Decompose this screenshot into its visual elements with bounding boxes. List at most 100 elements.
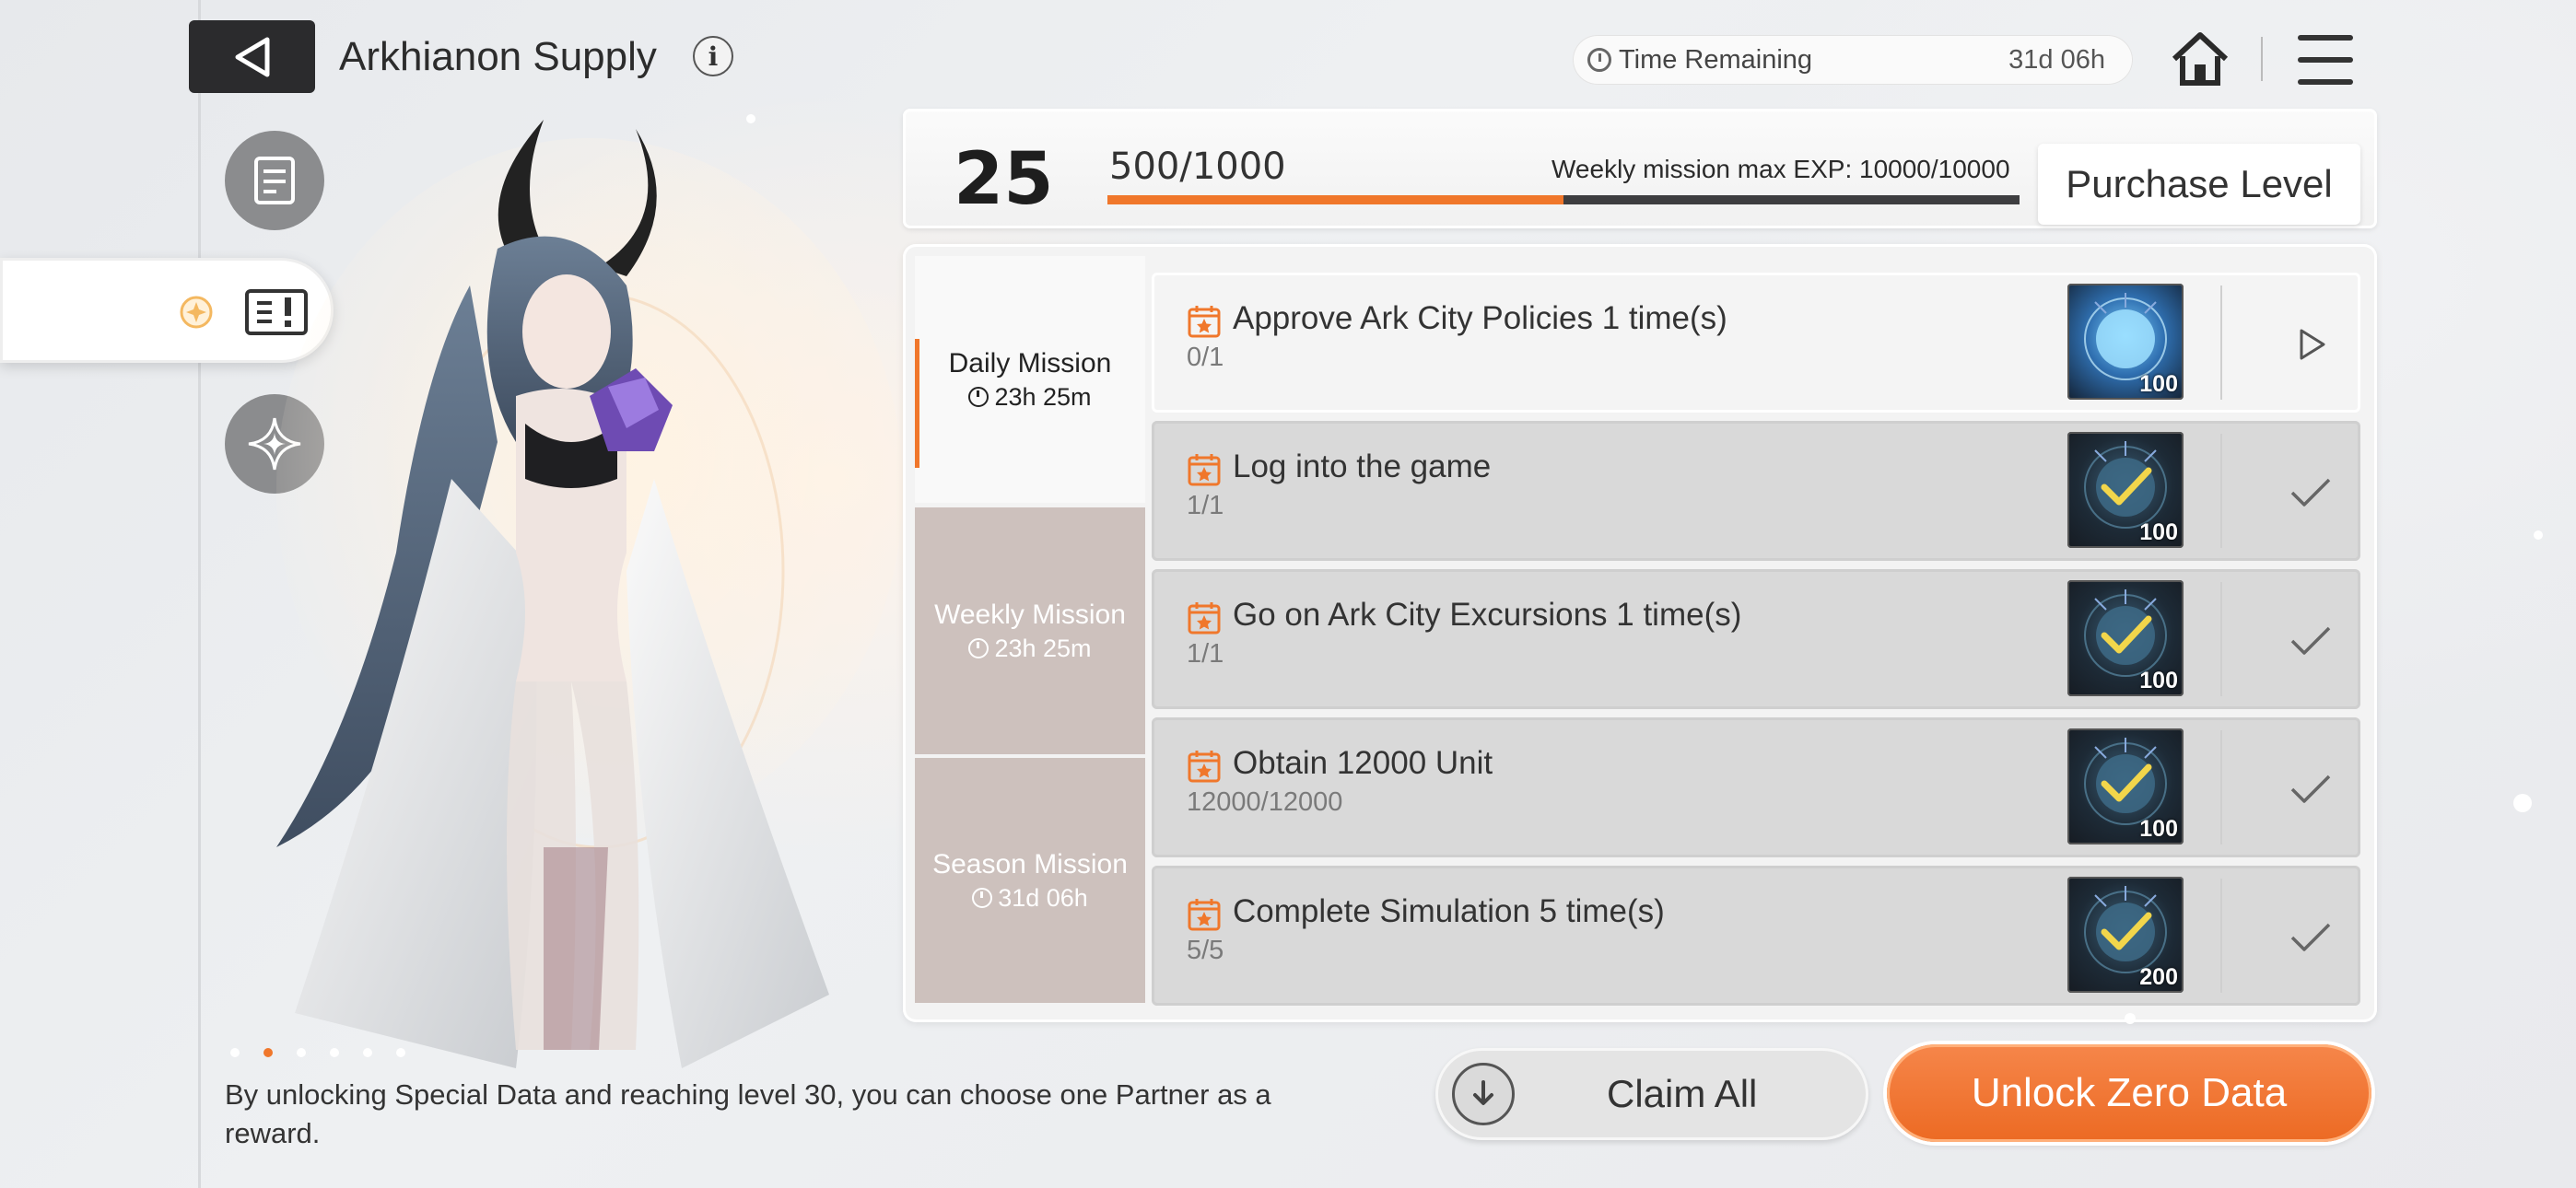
menu-icon-line xyxy=(2298,57,2353,63)
carousel-dot[interactable] xyxy=(363,1048,372,1057)
reward-item[interactable]: 100 xyxy=(2067,284,2184,400)
tab-time: 23h 25m xyxy=(994,382,1092,411)
clock-icon xyxy=(968,638,989,658)
mission-name: Approve Ark City Policies 1 time(s) xyxy=(1233,300,1727,336)
tab-label: Daily Mission xyxy=(948,347,1112,379)
mission-progress: 5/5 xyxy=(1187,936,1224,965)
mission-progress: 1/1 xyxy=(1187,639,1224,669)
mission-complete-indicator xyxy=(2281,463,2340,522)
time-remaining-label: Time Remaining xyxy=(1619,44,1813,75)
reward-quantity: 200 xyxy=(2139,964,2178,990)
mission-name: Go on Ark City Excursions 1 time(s) xyxy=(1233,597,1742,633)
tab-season-mission[interactable]: Season Mission 31d 06h xyxy=(915,758,1145,1003)
level-number: 25 xyxy=(954,138,1054,221)
tab-timer: 23h 25m xyxy=(968,634,1092,663)
mission-complete-indicator xyxy=(2281,908,2340,967)
clock-icon xyxy=(972,888,993,908)
mission-complete-indicator xyxy=(2281,611,2340,670)
mission-name: Complete Simulation 5 time(s) xyxy=(1233,893,1665,929)
reward-note: By unlocking Special Data and reaching l… xyxy=(225,1078,1271,1149)
tab-timer: 31d 06h xyxy=(972,884,1088,913)
menu-button[interactable] xyxy=(2298,35,2353,85)
checkmark-icon xyxy=(2290,775,2331,803)
sparkle-decoration xyxy=(746,114,755,123)
menu-icon-line xyxy=(2298,35,2353,41)
mission-name: Log into the game xyxy=(1233,448,1492,484)
exp-progress-text: 500/1000 xyxy=(1109,146,1286,188)
download-arrow-icon xyxy=(1452,1063,1515,1125)
back-triangle-icon xyxy=(235,37,269,76)
exp-progress-bar xyxy=(1107,195,2020,204)
carousel-dot[interactable] xyxy=(263,1048,273,1057)
clock-icon xyxy=(968,387,989,407)
reward-quantity: 100 xyxy=(2139,519,2178,545)
unlock-zero-data-button[interactable]: Unlock Zero Data xyxy=(1887,1044,2371,1142)
mission-row[interactable]: Log into the game 1/1 100 xyxy=(1152,421,2360,561)
checkmark-icon xyxy=(2290,923,2331,951)
row-divider xyxy=(2220,285,2222,400)
mission-row[interactable]: Go on Ark City Excursions 1 time(s) 1/1 10… xyxy=(1152,569,2360,709)
toolbar-separator xyxy=(2261,37,2263,81)
tab-label: Season Mission xyxy=(932,848,1128,879)
exp-progress-fill xyxy=(1107,195,1563,204)
play-arrow-icon xyxy=(2300,329,2325,360)
reward-item[interactable]: 100 xyxy=(2067,432,2184,548)
tab-weekly-mission[interactable]: Weekly Mission 23h 25m xyxy=(915,507,1145,754)
carousel-dot[interactable] xyxy=(230,1048,240,1057)
claim-all-label: Claim All xyxy=(1607,1072,1758,1115)
time-remaining-pill: Time Remaining 31d 06h xyxy=(1573,35,2133,85)
reward-item[interactable]: 100 xyxy=(2067,580,2184,696)
tab-time: 31d 06h xyxy=(998,883,1088,912)
claim-all-button[interactable]: Claim All xyxy=(1435,1048,1868,1140)
back-button[interactable] xyxy=(189,20,315,93)
home-icon xyxy=(2172,32,2229,86)
row-divider xyxy=(2220,730,2222,844)
mission-name: Obtain 12000 Unit xyxy=(1233,745,1493,781)
calendar-star-icon xyxy=(1188,454,1221,486)
page-title: Arkhianon Supply xyxy=(339,34,657,79)
info-button[interactable]: i xyxy=(693,36,733,76)
carousel-dots xyxy=(230,1048,405,1057)
clock-icon xyxy=(1587,48,1611,72)
checkmark-icon xyxy=(2290,626,2331,655)
carousel-dot[interactable] xyxy=(396,1048,405,1057)
calendar-star-icon xyxy=(1188,602,1221,635)
carousel-dot[interactable] xyxy=(330,1048,339,1057)
tab-time: 23h 25m xyxy=(994,634,1092,662)
sparkle-decoration xyxy=(2513,794,2532,812)
reward-quantity: 100 xyxy=(2139,816,2178,842)
weekly-exp-cap: Weekly mission max EXP: 10000/10000 xyxy=(1551,155,2010,183)
tab-timer: 23h 25m xyxy=(968,382,1092,412)
sparkle-decoration xyxy=(2125,1013,2136,1024)
mission-progress: 1/1 xyxy=(1187,491,1224,520)
go-to-mission-button[interactable] xyxy=(2281,315,2340,374)
mission-row[interactable]: Complete Simulation 5 time(s) 5/5 200 xyxy=(1152,866,2360,1006)
mission-progress: 12000/12000 xyxy=(1187,787,1343,817)
time-remaining-value: 31d 06h xyxy=(2008,44,2105,75)
calendar-star-icon xyxy=(1188,899,1221,931)
mission-progress: 0/1 xyxy=(1187,343,1224,372)
reward-quantity: 100 xyxy=(2139,668,2178,693)
row-divider xyxy=(2220,879,2222,993)
mission-complete-indicator xyxy=(2281,760,2340,819)
row-divider xyxy=(2220,582,2222,696)
calendar-star-icon xyxy=(1188,751,1221,783)
row-divider xyxy=(2220,434,2222,548)
menu-icon-line xyxy=(2298,79,2353,85)
purchase-level-button[interactable]: Purchase Level xyxy=(2038,144,2360,225)
calendar-star-icon xyxy=(1188,306,1221,338)
tab-label: Weekly Mission xyxy=(934,599,1126,630)
home-button[interactable] xyxy=(2167,26,2233,92)
reward-item[interactable]: 200 xyxy=(2067,877,2184,993)
info-icon: i xyxy=(708,41,719,72)
left-divider-line xyxy=(198,0,201,1188)
reward-quantity: 100 xyxy=(2139,371,2178,397)
sparkle-decoration xyxy=(2534,530,2543,540)
mission-row[interactable]: Obtain 12000 Unit 12000/12000 100 xyxy=(1152,717,2360,857)
reward-item[interactable]: 100 xyxy=(2067,728,2184,844)
mission-row[interactable]: Approve Ark City Policies 1 time(s) 0/1 10… xyxy=(1152,273,2360,413)
checkmark-icon xyxy=(2290,478,2331,507)
tab-daily-mission[interactable]: Daily Mission 23h 25m xyxy=(915,256,1145,503)
sun-badge-icon xyxy=(180,296,213,329)
carousel-dot[interactable] xyxy=(297,1048,306,1057)
